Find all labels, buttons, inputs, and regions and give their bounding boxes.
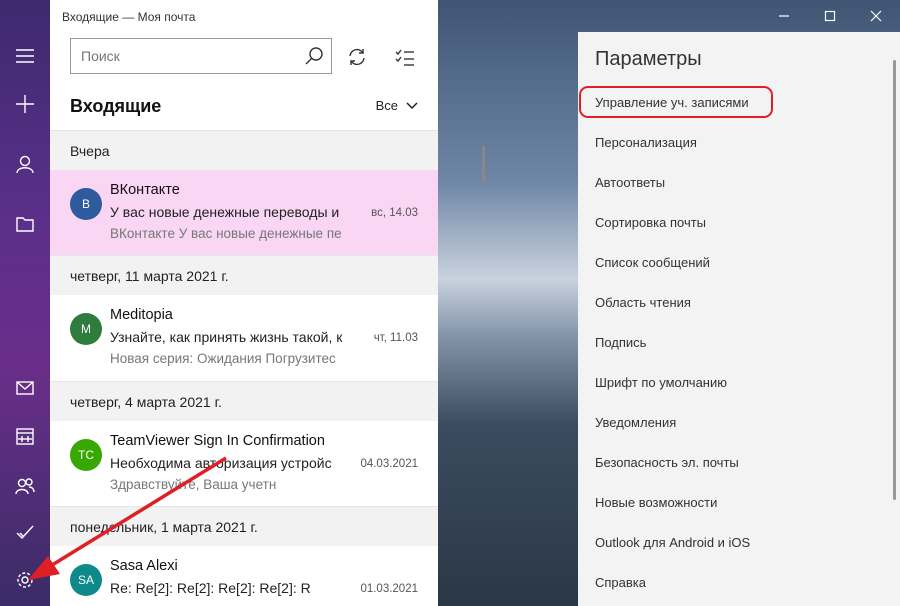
settings-item-message-list[interactable]: Список сообщений	[595, 255, 710, 270]
settings-item-sorting[interactable]: Сортировка почты	[595, 215, 706, 230]
filter-label: Все	[375, 98, 398, 113]
message-date: 04.03.2021	[360, 458, 418, 470]
people-icon	[15, 478, 35, 495]
settings-item-security[interactable]: Безопасность эл. почты	[595, 455, 739, 470]
settings-title: Параметры	[595, 48, 702, 70]
chevron-down-icon	[406, 101, 418, 109]
folder-icon	[16, 217, 34, 232]
message-subject: Необходима авторизация устройс	[110, 455, 332, 471]
select-mode-button[interactable]	[392, 44, 418, 70]
search-box[interactable]	[70, 38, 332, 74]
date-group-header: понедельник, 1 марта 2021 г.	[50, 506, 438, 546]
sync-icon	[349, 48, 365, 66]
message-sender: TeamViewer Sign In Confirmation	[110, 433, 325, 449]
accounts-button[interactable]	[0, 144, 50, 184]
search-icon[interactable]	[305, 47, 323, 65]
settings-item-whats-new[interactable]: Новые возможности	[595, 495, 717, 510]
hamburger-button[interactable]	[0, 36, 50, 76]
message-date: чт, 11.03	[373, 332, 418, 344]
message-item[interactable]: SA Sasa Alexi Re: Re[2]: Re[2]: Re[2]: R…	[50, 546, 438, 606]
message-item[interactable]: M Meditopia Узнайте, как принять жизнь т…	[50, 295, 438, 381]
message-preview: Новая серия: Ожидания Погрузитес	[110, 351, 336, 366]
close-button[interactable]	[864, 6, 888, 26]
calendar-icon	[16, 428, 34, 445]
annotation-highlight	[579, 86, 773, 118]
message-sender: Meditopia	[110, 307, 173, 323]
close-icon	[870, 10, 882, 22]
message-subject: У вас новые денежные переводы и	[110, 204, 340, 220]
calendar-button[interactable]	[0, 416, 50, 456]
list-scrollbar[interactable]	[482, 146, 485, 182]
avatar: В	[70, 188, 102, 220]
mail-button[interactable]	[0, 368, 50, 408]
settings-item-reading-pane[interactable]: Область чтения	[595, 295, 691, 310]
folders-button[interactable]	[0, 204, 50, 244]
avatar: TC	[70, 439, 102, 471]
mail-icon	[16, 381, 34, 395]
maximize-button[interactable]	[818, 6, 842, 26]
plus-icon	[16, 95, 34, 113]
new-mail-button[interactable]	[0, 84, 50, 124]
message-item[interactable]: В ВКонтакте У вас новые денежные перевод…	[50, 170, 438, 256]
message-subject: Узнайте, как принять жизнь такой, к	[110, 329, 343, 345]
message-preview: ВКонтакте У вас новые денежные пе	[110, 226, 342, 241]
settings-item-personalization[interactable]: Персонализация	[595, 135, 697, 150]
message-preview: Здравствуйте, Ваша учетн	[110, 477, 277, 492]
people-button[interactable]	[0, 466, 50, 506]
settings-scrollbar[interactable]	[893, 60, 896, 500]
hamburger-icon	[16, 49, 34, 63]
settings-panel: Параметры Управление уч. записями Персон…	[578, 32, 900, 606]
minimize-button[interactable]	[772, 6, 796, 26]
person-icon	[16, 155, 34, 173]
settings-item-outlook-mobile[interactable]: Outlook для Android и iOS	[595, 535, 750, 550]
settings-button[interactable]	[0, 560, 50, 600]
settings-item-signature[interactable]: Подпись	[595, 335, 646, 350]
message-list-pane: Входящие — Моя почта Входящие Все Вчера …	[50, 0, 485, 606]
message-date: вс, 14.03	[371, 207, 418, 219]
settings-item-default-font[interactable]: Шрифт по умолчанию	[595, 375, 727, 390]
checklist-icon	[395, 49, 414, 66]
message-sender: Sasa Alexi	[110, 558, 178, 574]
todo-button[interactable]	[0, 512, 50, 552]
settings-item-help[interactable]: Справка	[595, 575, 646, 590]
minimize-icon	[779, 15, 789, 17]
message-sender: ВКонтакте	[110, 182, 180, 198]
date-group-header: четверг, 4 марта 2021 г.	[50, 381, 438, 421]
settings-item-auto-replies[interactable]: Автоответы	[595, 175, 665, 190]
avatar: M	[70, 313, 102, 345]
filter-dropdown[interactable]: Все	[376, 98, 418, 113]
sync-button[interactable]	[344, 44, 370, 70]
avatar: SA	[70, 564, 102, 596]
message-subject: Re: Re[2]: Re[2]: Re[2]: Re[2]: R	[110, 580, 311, 596]
nav-rail	[0, 0, 50, 606]
maximize-icon	[824, 10, 836, 22]
window-title: Входящие — Моя почта	[62, 10, 196, 24]
message-item[interactable]: TC TeamViewer Sign In Confirmation Необх…	[50, 421, 438, 507]
message-date: 01.03.2021	[360, 583, 418, 595]
settings-gear-icon	[17, 572, 33, 588]
date-group-header: Вчера	[50, 130, 438, 170]
folder-title: Входящие	[70, 96, 162, 116]
search-input[interactable]	[81, 48, 291, 64]
date-group-header: четверг, 11 марта 2021 г.	[50, 255, 438, 295]
todo-icon	[16, 525, 34, 540]
settings-item-notifications[interactable]: Уведомления	[595, 415, 676, 430]
